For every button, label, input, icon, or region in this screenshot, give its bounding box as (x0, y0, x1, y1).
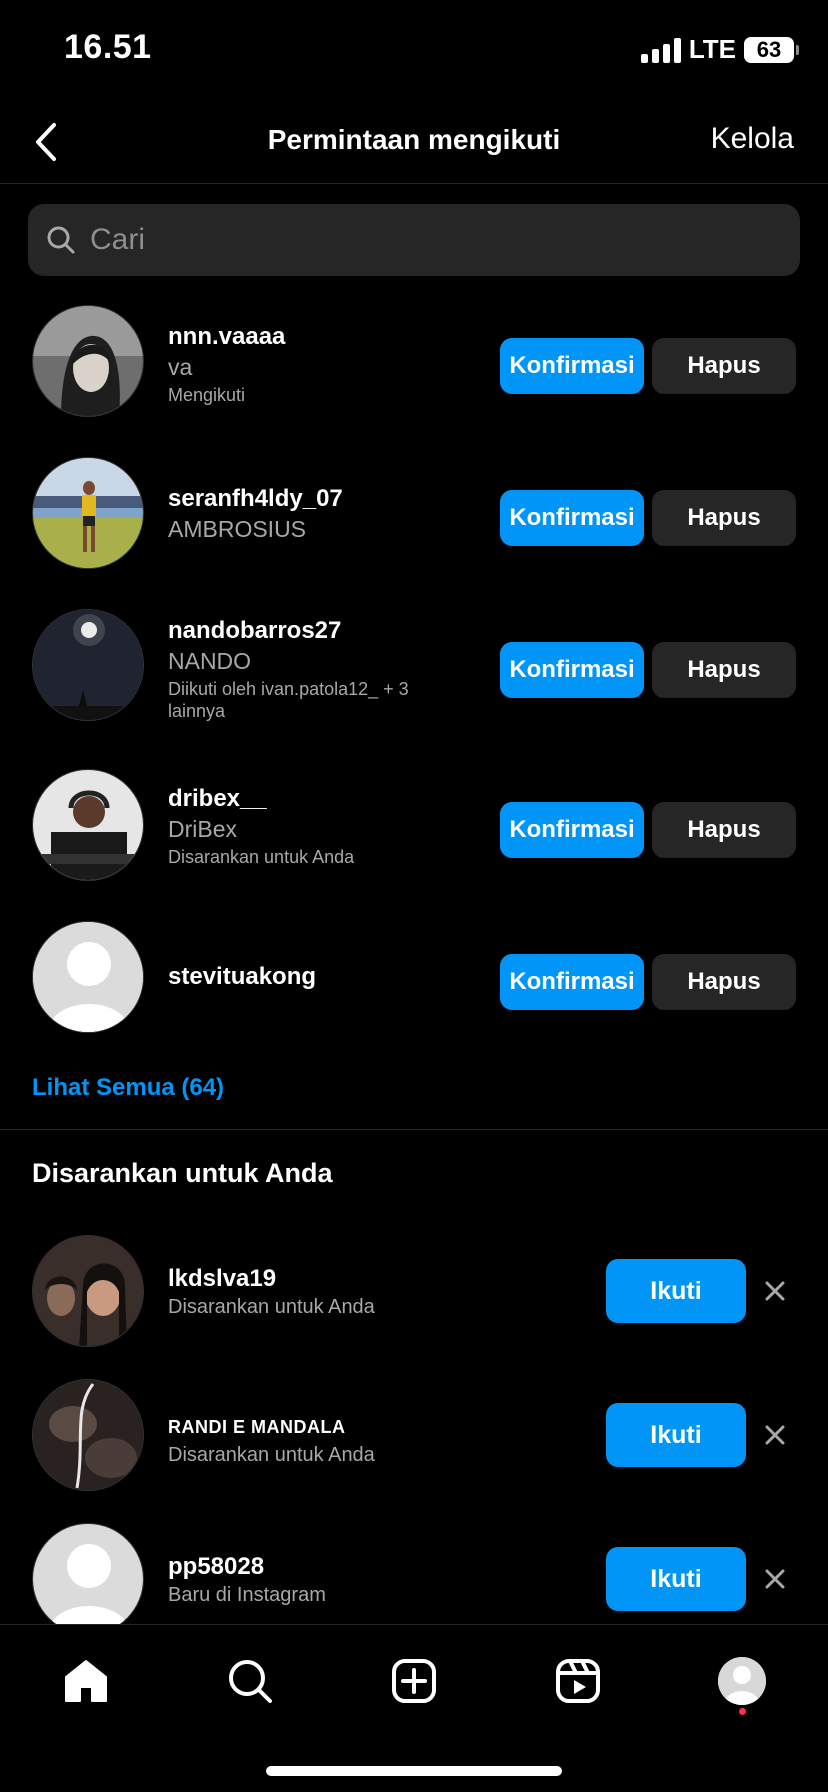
dismiss-button[interactable] (758, 1562, 792, 1596)
confirm-button[interactable]: Konfirmasi (500, 642, 644, 698)
username[interactable]: lkdslva19 (168, 1264, 428, 1294)
default-avatar[interactable] (32, 921, 144, 1033)
suggestion-info: pp58028 Baru di Instagram (168, 1552, 428, 1606)
close-icon (765, 1281, 785, 1301)
avatar[interactable] (32, 1379, 144, 1491)
header: Permintaan mengikuti Kelola (0, 100, 828, 184)
manage-button[interactable]: Kelola (711, 122, 794, 156)
follow-button[interactable]: Ikuti (606, 1403, 746, 1467)
request-row: stevituakong Konfirmasi Hapus (0, 920, 828, 1040)
request-info: dribex__ DriBex Disarankan untuk Anda (168, 784, 428, 868)
confirm-button[interactable]: Konfirmasi (500, 338, 644, 394)
suggestion-subtext: Baru di Instagram (168, 1584, 326, 1606)
full-name: NANDO (168, 648, 252, 674)
status-time: 16.51 (64, 28, 152, 66)
battery-icon: 63 (744, 36, 799, 63)
tab-profile[interactable] (712, 1651, 772, 1711)
follow-button[interactable]: Ikuti (606, 1547, 746, 1611)
search-input[interactable] (90, 223, 770, 257)
request-info: seranfh4ldy_07 AMBROSIUS (168, 484, 428, 544)
delete-button[interactable]: Hapus (652, 954, 796, 1010)
battery-level: 63 (756, 36, 782, 62)
request-row: dribex__ DriBex Disarankan untuk Anda Ko… (0, 768, 828, 888)
page-title: Permintaan mengikuti (267, 124, 561, 155)
delete-button[interactable]: Hapus (652, 490, 796, 546)
search-icon (47, 226, 75, 254)
request-subtext: Mengikuti (168, 385, 246, 405)
suggestion-subtext: Disarankan untuk Anda (168, 1444, 375, 1466)
confirm-button[interactable]: Konfirmasi (500, 802, 644, 858)
signal-icon (640, 37, 681, 63)
suggestions-title: Disarankan untuk Anda (32, 1158, 333, 1188)
divider (0, 1129, 828, 1130)
username[interactable]: nandobarros27 (168, 616, 428, 646)
username[interactable]: dribex__ (168, 784, 428, 814)
delete-button[interactable]: Hapus (652, 642, 796, 698)
search-icon (229, 1660, 272, 1703)
avatar[interactable] (32, 305, 144, 417)
username[interactable]: pp58028 (168, 1552, 428, 1582)
request-info: nandobarros27 NANDO Diikuti oleh ivan.pa… (168, 616, 428, 722)
request-row: seranfh4ldy_07 AMBROSIUS Konfirmasi Hapu… (0, 456, 828, 576)
delete-button[interactable]: Hapus (652, 338, 796, 394)
request-info: nnn.vaaaa va Mengikuti (168, 322, 428, 406)
default-avatar[interactable] (32, 1523, 144, 1635)
close-icon (765, 1425, 785, 1445)
status-bar: 16.51 LTE 63 (0, 0, 828, 100)
home-icon (65, 1660, 107, 1702)
suggestion-subtext: Disarankan untuk Anda (168, 1296, 375, 1318)
delete-button[interactable]: Hapus (652, 802, 796, 858)
home-indicator (266, 1766, 562, 1776)
suggestion-row: RANDI E MANDALA Disarankan untuk Anda Ik… (0, 1378, 828, 1498)
dismiss-button[interactable] (758, 1274, 792, 1308)
status-indicators: LTE 63 (640, 34, 799, 65)
username[interactable]: seranfh4ldy_07 (168, 484, 428, 514)
confirm-button[interactable]: Konfirmasi (500, 954, 644, 1010)
request-subtext: Diikuti oleh ivan.patola12_ + 3 lainnya (168, 679, 409, 721)
network-label: LTE (688, 34, 736, 64)
see-all-link[interactable]: Lihat Semua (64) (32, 1074, 224, 1102)
suggestion-info: RANDI E MANDALA Disarankan untuk Anda (168, 1412, 428, 1466)
avatar[interactable] (32, 609, 144, 721)
request-row: nandobarros27 NANDO Diikuti oleh ivan.pa… (0, 608, 828, 728)
profile-avatar (718, 1657, 766, 1705)
full-name: va (168, 354, 193, 380)
notification-dot (739, 1708, 746, 1715)
dismiss-button[interactable] (758, 1418, 792, 1452)
follow-button[interactable]: Ikuti (606, 1259, 746, 1323)
create-icon (392, 1659, 436, 1703)
avatar[interactable] (32, 769, 144, 881)
tab-create[interactable] (384, 1651, 444, 1711)
avatar[interactable] (32, 1235, 144, 1347)
request-info: stevituakong (168, 962, 428, 992)
tab-search[interactable] (220, 1651, 280, 1711)
request-subtext: Disarankan untuk Anda (168, 847, 355, 867)
suggestion-row: lkdslva19 Disarankan untuk Anda Ikuti (0, 1234, 828, 1354)
tab-home[interactable] (56, 1651, 116, 1711)
close-icon (765, 1569, 785, 1589)
suggestion-info: lkdslva19 Disarankan untuk Anda (168, 1264, 428, 1318)
request-row: nnn.vaaaa va Mengikuti Konfirmasi Hapus (0, 304, 828, 424)
username[interactable]: stevituakong (168, 962, 428, 992)
username[interactable]: RANDI E MANDALA (168, 1412, 428, 1442)
full-name: AMBROSIUS (168, 516, 307, 542)
confirm-button[interactable]: Konfirmasi (500, 490, 644, 546)
username[interactable]: nnn.vaaaa (168, 322, 428, 352)
full-name: DriBex (168, 816, 238, 842)
avatar[interactable] (32, 457, 144, 569)
reels-icon (556, 1659, 600, 1703)
search-bar[interactable] (28, 204, 800, 276)
tab-reels[interactable] (548, 1651, 608, 1711)
